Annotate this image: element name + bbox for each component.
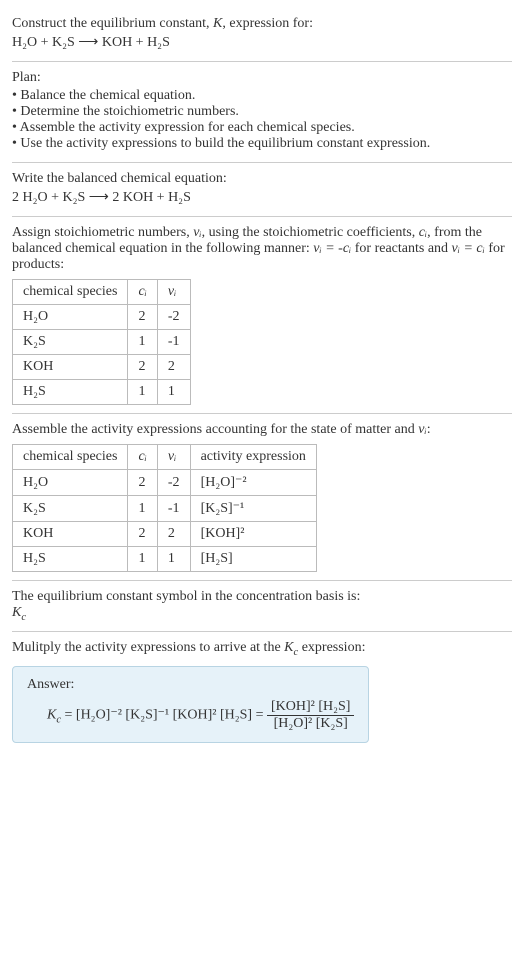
col-nu: νᵢ — [157, 445, 190, 470]
activity-table: chemical species cᵢ νᵢ activity expressi… — [12, 444, 317, 572]
prompt-text: Construct the equilibrium constant, — [12, 16, 213, 31]
activity-section: Assemble the activity expressions accoun… — [12, 414, 512, 581]
plan-item-text: Assemble the activity expression for eac… — [20, 120, 355, 135]
plan-section: Plan: • Balance the chemical equation. •… — [12, 62, 512, 163]
cell-species: H₂S — [13, 380, 128, 405]
cell-nu: 2 — [157, 522, 190, 547]
cell-ci: 1 — [128, 330, 157, 355]
prompt-section: Construct the equilibrium constant, K, e… — [12, 8, 512, 62]
multiply-text2: expression: — [298, 640, 365, 655]
answer-box: Answer: Kc = [H₂O]⁻² [K₂S]⁻¹ [KOH]² [H₂S… — [12, 666, 369, 743]
plan-item: • Balance the chemical equation. — [12, 88, 512, 104]
plan-item-text: Use the activity expressions to build th… — [20, 136, 430, 151]
multiply-text1: Mulitply the activity expressions to arr… — [12, 640, 284, 655]
cell-species: KOH — [13, 522, 128, 547]
kc-numerator: [KOH]² [H₂S] — [267, 699, 354, 716]
cell-species: K₂S — [13, 330, 128, 355]
nu-symbol: νᵢ — [418, 422, 426, 437]
cell-species: K₂S — [13, 496, 128, 522]
kc-eq: = [H₂O]⁻² [K₂S]⁻¹ [KOH]² [H₂S] = — [61, 707, 267, 722]
cell-species: H₂O — [13, 305, 128, 330]
prompt-text2: , expression for: — [222, 16, 313, 31]
col-species: chemical species — [13, 280, 128, 305]
cell-act: [K₂S]⁻¹ — [190, 496, 316, 522]
cell-act: [KOH]² — [190, 522, 316, 547]
stoich-section: Assign stoichiometric numbers, νᵢ, using… — [12, 217, 512, 414]
activity-intro-text: : — [427, 422, 431, 437]
activity-intro: Assemble the activity expressions accoun… — [12, 422, 512, 438]
cell-nu: 2 — [157, 355, 190, 380]
table-row: H₂S 1 1 [H₂S] — [13, 547, 317, 572]
stoich-intro-text: for reactants and — [351, 241, 451, 256]
cell-nu: 1 — [157, 547, 190, 572]
nu-symbol: νᵢ — [193, 225, 201, 240]
cell-ci: 1 — [128, 380, 157, 405]
ci-symbol: cᵢ — [419, 225, 427, 240]
stoich-intro-text: , using the stoichiometric coefficients, — [202, 225, 419, 240]
kc-fraction: [KOH]² [H₂S][H₂O]² [K₂S] — [267, 699, 354, 732]
kc-denominator: [H₂O]² [K₂S] — [267, 716, 354, 732]
cell-species: H₂O — [13, 470, 128, 496]
plan-list: • Balance the chemical equation. • Deter… — [12, 88, 512, 152]
table-row: KOH 2 2 [KOH]² — [13, 522, 317, 547]
balanced-title: Write the balanced chemical equation: — [12, 171, 512, 187]
cell-ci: 1 — [128, 547, 157, 572]
kc-k: K — [284, 640, 293, 655]
kc-expression: Kc = [H₂O]⁻² [K₂S]⁻¹ [KOH]² [H₂S] = [KOH… — [27, 699, 354, 732]
plan-item: • Use the activity expressions to build … — [12, 136, 512, 152]
table-row: H₂S 1 1 — [13, 380, 191, 405]
rel-products: νᵢ = cᵢ — [452, 241, 485, 256]
col-ci: cᵢ — [128, 280, 157, 305]
symbol-text: The equilibrium constant symbol in the c… — [12, 589, 512, 605]
cell-act: [H₂S] — [190, 547, 316, 572]
kc-sub: c — [21, 612, 26, 623]
col-act: activity expression — [190, 445, 316, 470]
col-nu: νᵢ — [157, 280, 190, 305]
kc-k: K — [47, 707, 56, 722]
unbalanced-equation: H₂O + K₂S ⟶ KOH + H₂S — [12, 34, 512, 51]
col-ci: cᵢ — [128, 445, 157, 470]
balanced-equation: 2 H₂O + K₂S ⟶ 2 KOH + H₂S — [12, 189, 512, 206]
table-row: H₂O 2 -2 — [13, 305, 191, 330]
kc-k: K — [12, 605, 21, 620]
prompt-k-symbol: K — [213, 16, 222, 31]
cell-nu: -2 — [157, 305, 190, 330]
cell-ci: 1 — [128, 496, 157, 522]
multiply-text: Mulitply the activity expressions to arr… — [12, 640, 512, 658]
table-row: K₂S 1 -1 [K₂S]⁻¹ — [13, 496, 317, 522]
prompt-line: Construct the equilibrium constant, K, e… — [12, 16, 512, 32]
table-row: H₂O 2 -2 [H₂O]⁻² — [13, 470, 317, 496]
activity-intro-text: Assemble the activity expressions accoun… — [12, 422, 418, 437]
cell-nu: -2 — [157, 470, 190, 496]
table-header-row: chemical species cᵢ νᵢ — [13, 280, 191, 305]
col-species: chemical species — [13, 445, 128, 470]
cell-nu: -1 — [157, 330, 190, 355]
plan-item: • Assemble the activity expression for e… — [12, 120, 512, 136]
plan-title: Plan: — [12, 70, 512, 86]
cell-species: H₂S — [13, 547, 128, 572]
plan-item: • Determine the stoichiometric numbers. — [12, 104, 512, 120]
cell-nu: -1 — [157, 496, 190, 522]
plan-item-text: Balance the chemical equation. — [20, 88, 195, 103]
multiply-section: Mulitply the activity expressions to arr… — [12, 632, 512, 751]
table-row: K₂S 1 -1 — [13, 330, 191, 355]
stoich-intro: Assign stoichiometric numbers, νᵢ, using… — [12, 225, 512, 273]
table-header-row: chemical species cᵢ νᵢ activity expressi… — [13, 445, 317, 470]
stoich-intro-text: Assign stoichiometric numbers, — [12, 225, 193, 240]
cell-ci: 2 — [128, 305, 157, 330]
cell-ci: 2 — [128, 522, 157, 547]
cell-species: KOH — [13, 355, 128, 380]
stoich-table: chemical species cᵢ νᵢ H₂O 2 -2 K₂S 1 -1… — [12, 279, 191, 405]
cell-ci: 2 — [128, 470, 157, 496]
cell-act: [H₂O]⁻² — [190, 470, 316, 496]
balanced-section: Write the balanced chemical equation: 2 … — [12, 163, 512, 217]
cell-nu: 1 — [157, 380, 190, 405]
plan-item-text: Determine the stoichiometric numbers. — [20, 104, 239, 119]
rel-reactants: νᵢ = -cᵢ — [313, 241, 351, 256]
answer-label: Answer: — [27, 677, 354, 693]
table-row: KOH 2 2 — [13, 355, 191, 380]
cell-ci: 2 — [128, 355, 157, 380]
symbol-section: The equilibrium constant symbol in the c… — [12, 581, 512, 632]
kc-symbol: Kc — [12, 605, 512, 623]
